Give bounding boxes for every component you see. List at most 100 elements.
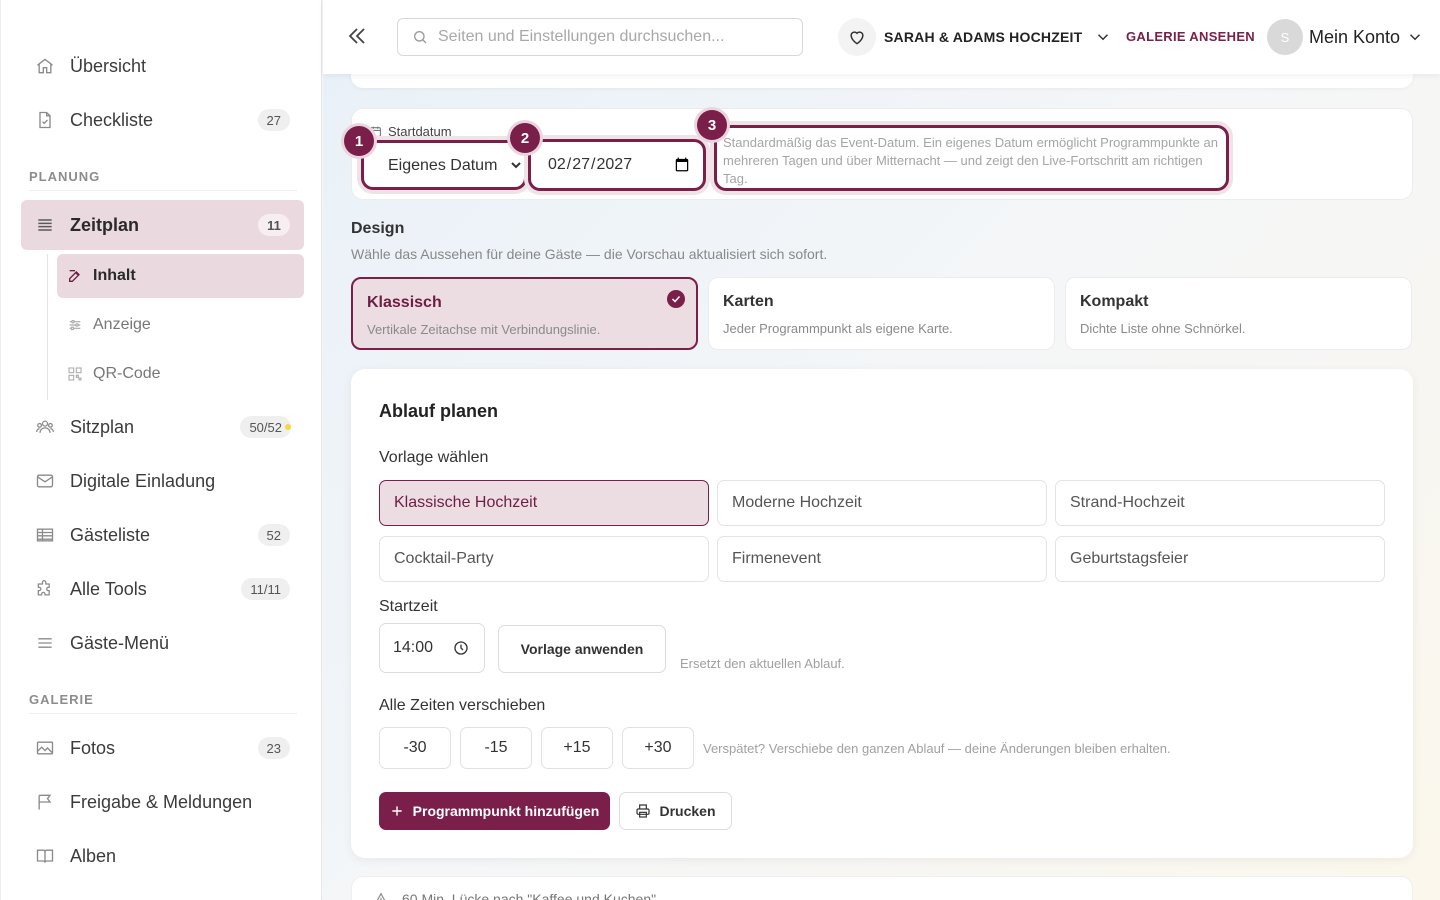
plan-title: Ablauf planen — [379, 401, 499, 421]
home-icon — [35, 56, 55, 76]
sliders-icon — [67, 317, 83, 333]
submenu-line — [47, 254, 48, 400]
sidebar-item-label: Digitale Einladung — [70, 470, 216, 491]
date-mode-select-wrapper: Eigenes Datum — [361, 140, 527, 190]
sidebar-subitem-qr-code[interactable]: QR-Code — [57, 352, 304, 396]
shift-label: Alle Zeiten verschieben — [379, 697, 546, 714]
start-date-label: Startdatum — [369, 124, 452, 139]
sidebar-subitem-inhalt[interactable]: Inhalt — [57, 254, 304, 298]
sidebar-item-checkliste[interactable]: Checkliste 27 — [21, 96, 304, 144]
printer-icon — [635, 803, 651, 819]
template-moderne-hochzeit[interactable]: Moderne Hochzeit — [717, 480, 1047, 526]
sidebar-item-label: Übersicht — [70, 55, 147, 76]
design-option-desc: Vertikale Zeitachse mit Verbindungslinie… — [367, 322, 601, 337]
section-label-planung: PLANUNG — [29, 169, 101, 184]
count-badge: 11 — [258, 214, 290, 236]
shift-note: Verspätet? Verschiebe den ganzen Ablauf … — [703, 741, 1171, 756]
top-bar: SARAH & ADAMS HOCHZEIT GALERIE ANSEHEN S… — [323, 0, 1440, 74]
template-firmenevent[interactable]: Firmenevent — [717, 536, 1047, 582]
edit-icon — [67, 268, 83, 284]
date-mode-select[interactable]: Eigenes Datum — [384, 156, 524, 175]
search-bar[interactable] — [397, 18, 803, 56]
date-input[interactable] — [547, 155, 692, 175]
design-option-klassisch[interactable]: Klassisch Vertikale Zeitachse mit Verbin… — [351, 277, 698, 350]
count-badge: 52 — [257, 524, 290, 546]
step-badge-1: 1 — [344, 126, 374, 156]
count-badge: 27 — [257, 109, 290, 131]
chevron-down-icon — [1406, 28, 1424, 46]
template-geburtstagsfeier[interactable]: Geburtstagsfeier — [1055, 536, 1385, 582]
sidebar-item-label: Alle Tools — [70, 578, 147, 599]
image-icon — [35, 738, 55, 758]
heart-icon — [838, 18, 876, 56]
account-menu[interactable]: S Mein Konto — [1267, 18, 1424, 56]
collapse-sidebar-icon[interactable] — [345, 24, 369, 48]
gap-warning-card: 60 Min. Lücke nach "Kaffee und Kuchen" — [351, 876, 1413, 900]
account-label: Mein Konto — [1309, 26, 1401, 47]
sidebar-item-sitzplan[interactable]: Sitzplan 50/52 — [21, 403, 304, 451]
start-time-input[interactable]: 14:00 — [379, 623, 485, 673]
template-strand-hochzeit[interactable]: Strand-Hochzeit — [1055, 480, 1385, 526]
clock-icon — [453, 640, 469, 656]
sidebar-item-label: Fotos — [70, 737, 116, 758]
template-label: Vorlage wählen — [379, 449, 489, 466]
event-name: SARAH & ADAMS HOCHZEIT — [884, 29, 1083, 45]
flag-icon — [35, 792, 55, 812]
sidebar-item-gaesteliste[interactable]: Gästeliste 52 — [21, 511, 304, 559]
sidebar-item-digitale-einladung[interactable]: Digitale Einladung — [21, 457, 304, 505]
start-time-value: 14:00 — [393, 639, 434, 656]
shift-plus-30-button[interactable]: +30 — [622, 727, 694, 769]
apply-template-button[interactable]: Vorlage anwenden — [498, 625, 666, 673]
plus-icon — [390, 804, 404, 818]
design-option-karten[interactable]: Karten Jeder Programmpunkt als eigene Ka… — [708, 277, 1055, 350]
design-option-title: Karten — [723, 293, 774, 310]
divider — [29, 713, 297, 714]
print-button-label: Drucken — [659, 803, 716, 819]
sidebar-item-label: Zeitplan — [70, 214, 140, 235]
date-hint-text: Standardmäßig das Event-Datum. Ein eigen… — [723, 135, 1218, 186]
gap-warning-text: 60 Min. Lücke nach "Kaffee und Kuchen" — [402, 891, 657, 900]
people-icon — [35, 417, 55, 437]
sidebar-item-label: Checkliste — [70, 109, 154, 130]
sidebar-item-alben[interactable]: Alben — [21, 832, 304, 880]
date-hint-wrapper: Standardmäßig das Event-Datum. Ein eigen… — [714, 125, 1229, 191]
chevron-down-icon — [1094, 28, 1112, 46]
design-option-title: Klassisch — [367, 294, 442, 311]
search-input[interactable] — [438, 28, 778, 46]
design-option-desc: Jeder Programmpunkt als eigene Karte. — [723, 321, 953, 336]
event-selector[interactable]: SARAH & ADAMS HOCHZEIT — [838, 18, 1112, 56]
check-icon — [667, 290, 685, 308]
design-option-kompakt[interactable]: Kompakt Dichte Liste ohne Schnörkel. — [1065, 277, 1412, 350]
count-badge: 50/52 — [240, 416, 291, 438]
sidebar-item-freigabe[interactable]: Freigabe & Meldungen — [21, 778, 304, 826]
search-icon — [412, 29, 428, 45]
print-button[interactable]: Drucken — [619, 792, 732, 830]
sidebar-subitem-anzeige[interactable]: Anzeige — [57, 303, 304, 347]
book-icon — [35, 846, 55, 866]
sidebar-item-gaeste-menue[interactable]: Gäste-Menü — [21, 619, 304, 667]
design-option-title: Kompakt — [1080, 293, 1149, 310]
sidebar: Übersicht Checkliste 27 PLANUNG Zeitplan… — [0, 0, 322, 900]
sidebar-item-label: Sitzplan — [70, 416, 135, 437]
sidebar-subitem-label: Inhalt — [93, 267, 136, 284]
sidebar-subitem-label: QR-Code — [93, 365, 161, 382]
apply-note: Ersetzt den aktuellen Ablauf. — [680, 656, 845, 671]
qr-code-icon — [67, 366, 83, 382]
shift-minus-30-button[interactable]: -30 — [379, 727, 451, 769]
sidebar-subitem-label: Anzeige — [93, 316, 151, 333]
sidebar-item-alle-tools[interactable]: Alle Tools 11/11 — [21, 565, 304, 613]
template-cocktail-party[interactable]: Cocktail-Party — [379, 536, 709, 582]
sidebar-item-uebersicht[interactable]: Übersicht — [21, 42, 304, 90]
gallery-link[interactable]: GALERIE ANSEHEN — [1126, 29, 1255, 44]
shift-minus-15-button[interactable]: -15 — [460, 727, 532, 769]
section-label-galerie: GALERIE — [29, 692, 94, 707]
sidebar-item-zeitplan[interactable]: Zeitplan 11 — [21, 200, 304, 250]
design-option-desc: Dichte Liste ohne Schnörkel. — [1080, 321, 1246, 336]
sidebar-item-label: Gästeliste — [70, 524, 151, 545]
sidebar-item-fotos[interactable]: Fotos 23 — [21, 724, 304, 772]
list-icon — [35, 215, 55, 235]
document-check-icon — [35, 110, 55, 130]
shift-plus-15-button[interactable]: +15 — [541, 727, 613, 769]
template-klassische-hochzeit[interactable]: Klassische Hochzeit — [379, 480, 709, 526]
add-program-item-button[interactable]: Programmpunkt hinzufügen — [379, 792, 610, 830]
